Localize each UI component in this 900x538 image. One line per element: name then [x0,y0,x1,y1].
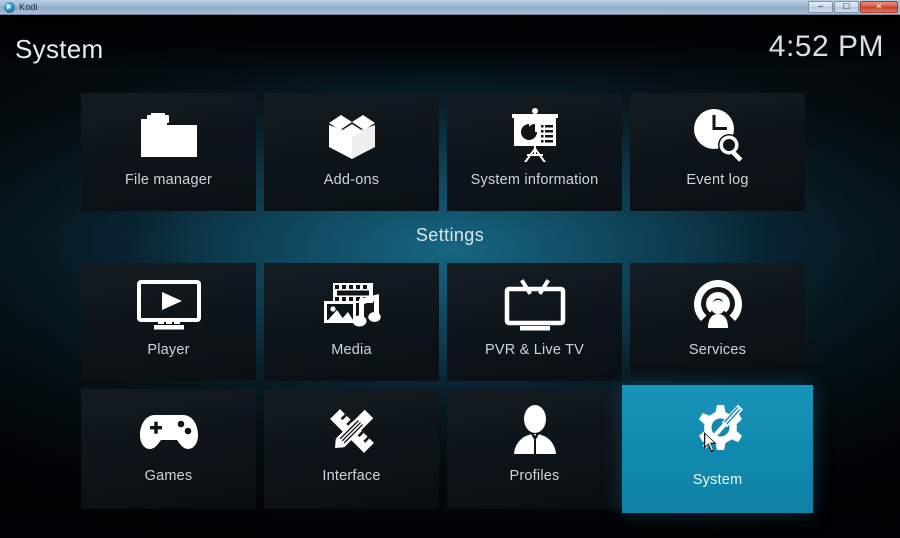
tile-label: File manager [124,172,213,188]
titlebar-left-group: Kodi [0,1,38,13]
tile-player[interactable]: Player [81,263,256,381]
application-window: Kodi ─ ☐ ✕ System 4:52 PM File manager A… [0,0,900,538]
folder-icon [137,99,201,171]
maximize-button[interactable]: ☐ [834,1,859,13]
gamepad-icon [136,395,202,467]
tile-label: Services [688,342,747,358]
tile-label: System information [470,172,599,188]
tile-label: Media [331,342,372,358]
window-title: Kodi [19,2,38,12]
settings-grid: File manager Add-ons System information … [0,77,900,538]
person-bust-icon [507,395,563,467]
tile-label: Interface [322,468,381,484]
window-controls: ─ ☐ ✕ [808,1,900,13]
tile-file-manager[interactable]: File manager [81,93,256,211]
tile-games[interactable]: Games [81,389,256,509]
os-titlebar[interactable]: Kodi ─ ☐ ✕ [0,0,900,15]
maximize-icon: ☐ [842,2,851,11]
open-box-icon [321,99,383,171]
page-title: System [15,34,104,64]
broadcast-person-icon [689,269,747,341]
pencil-ruler-icon [322,395,382,467]
settings-label: Settings [415,225,485,245]
settings-separator: Settings [0,225,900,246]
clock: 4:52 PM [768,30,884,63]
tile-label: Add-ons [323,172,380,188]
gear-screwdriver-icon [687,395,749,467]
film-photo-music-icon [319,269,385,341]
minimize-button[interactable]: ─ [808,1,833,13]
tile-label: Profiles [509,468,560,484]
close-icon: ✕ [875,2,883,11]
kodi-logo-icon [4,1,15,13]
tile-system-information[interactable]: System information [447,93,622,211]
minimize-icon: ─ [818,2,823,11]
grid-row-bottom: Games Interface Profiles System [81,385,826,513]
tile-label: Games [144,468,193,484]
tile-interface[interactable]: Interface [264,389,439,509]
kodi-header: System 4:52 PM [0,15,900,77]
tile-profiles[interactable]: Profiles [447,389,622,509]
tv-antenna-icon [502,269,568,341]
presentation-board-icon [505,99,565,171]
clock-search-icon [688,99,748,171]
tile-system[interactable]: System [622,385,813,513]
titlebar-drag-region[interactable] [38,0,808,15]
tile-media[interactable]: Media [264,263,439,381]
tile-pvr-live-tv[interactable]: PVR & Live TV [447,263,622,381]
monitor-play-icon [136,269,202,341]
kodi-app-surface: System 4:52 PM File manager Add-ons Syst… [0,15,900,538]
grid-row-top: File manager Add-ons System information … [81,93,826,211]
tile-add-ons[interactable]: Add-ons [264,93,439,211]
tile-label: Player [147,342,190,358]
tile-label: PVR & Live TV [484,342,585,358]
tile-label: Event log [686,172,749,188]
grid-row-middle: Player Media PVR & Live TV Services [81,263,826,381]
tile-label: System [692,472,743,488]
tile-event-log[interactable]: Event log [630,93,805,211]
tile-services[interactable]: Services [630,263,805,381]
close-button[interactable]: ✕ [860,1,898,13]
